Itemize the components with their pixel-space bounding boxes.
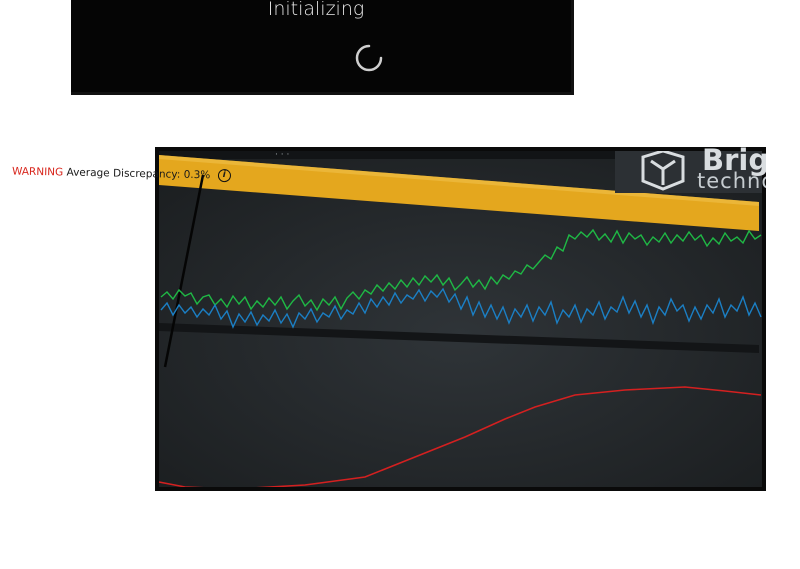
loading-screen: Initializing [71,0,574,95]
brand-subtitle-text: techno [697,169,766,193]
info-icon[interactable]: i [217,168,231,183]
loading-spinner-icon [355,44,383,72]
monitoring-dashboard: · · · [155,147,766,491]
warning-detail: Average Discrepancy: 0.3% [66,166,211,182]
warning-label: WARNING [11,165,64,179]
warning-message: WARNING Average Discrepancy: 0.3% i [11,165,231,183]
loading-status-text: Initializing [267,0,365,20]
